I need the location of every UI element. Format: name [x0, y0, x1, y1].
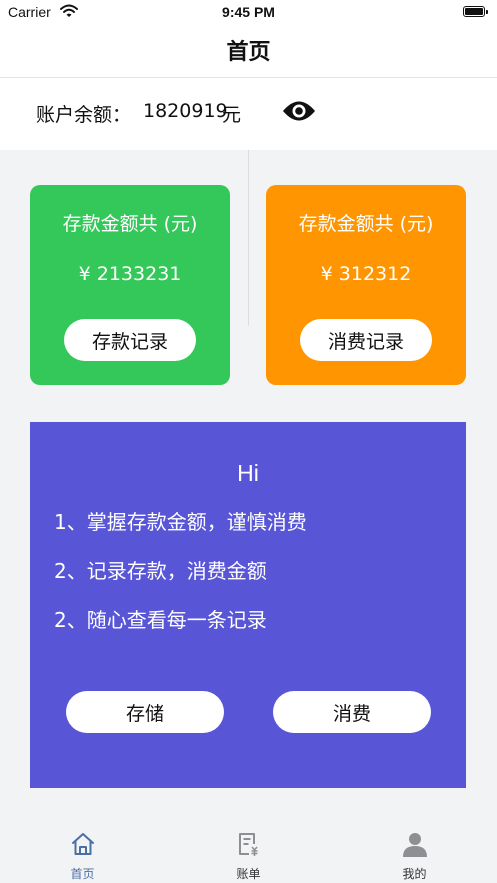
eye-icon[interactable] — [281, 98, 317, 128]
page-title: 首页 — [226, 40, 271, 65]
save-button[interactable]: 存储 — [66, 691, 224, 733]
tab-bar: 首页 账单 我的 — [0, 818, 497, 883]
spending-card-title: 存款金额共 (元) — [298, 213, 434, 235]
nav-bar: 首页 — [0, 26, 497, 78]
tab-home[interactable]: 首页 — [0, 818, 165, 883]
info-line: 1、掌握存款金额，谨慎消费 — [54, 510, 307, 534]
home-icon — [70, 831, 96, 861]
info-title: Hi — [237, 460, 259, 486]
deposit-records-button[interactable]: 存款记录 — [64, 319, 196, 361]
spending-card: 存款金额共 (元) ¥ 312312 消费记录 — [266, 185, 466, 385]
tab-label: 我的 — [402, 867, 427, 881]
spend-button[interactable]: 消费 — [273, 691, 431, 733]
person-icon — [402, 831, 428, 861]
tab-profile[interactable]: 我的 — [332, 818, 497, 883]
spending-card-amount: ¥ 312312 — [320, 263, 412, 285]
balance-bar: 账户余额： 1820919 元 — [0, 78, 497, 150]
tab-bills[interactable]: 账单 — [166, 818, 331, 883]
tab-label: 首页 — [70, 867, 95, 881]
divider — [248, 150, 249, 326]
balance-unit: 元 — [222, 104, 242, 126]
deposit-card-amount: ¥ 2133231 — [78, 263, 182, 285]
info-panel: Hi 1、掌握存款金额，谨慎消费 2、记录存款，消费金额 2、随心查看每一条记录… — [30, 422, 466, 788]
balance-label: 账户余额： — [36, 104, 132, 126]
deposit-card: 存款金额共 (元) ¥ 2133231 存款记录 — [30, 185, 230, 385]
info-line: 2、随心查看每一条记录 — [54, 608, 267, 632]
battery-icon — [463, 6, 488, 17]
info-line: 2、记录存款，消费金额 — [54, 559, 267, 583]
balance-value: 1820919 — [143, 100, 228, 122]
status-bar: Carrier 9:45 PM — [0, 0, 497, 26]
spending-records-button[interactable]: 消费记录 — [300, 319, 432, 361]
deposit-card-title: 存款金额共 (元) — [62, 213, 198, 235]
status-time: 9:45 PM — [222, 4, 275, 20]
bill-icon — [236, 831, 262, 861]
tab-label: 账单 — [236, 867, 261, 881]
